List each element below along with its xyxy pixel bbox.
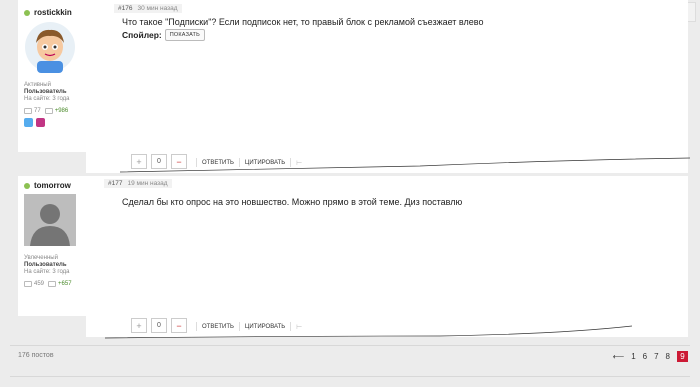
divider (10, 345, 690, 346)
post-count: 176 постов (18, 352, 54, 359)
page-link[interactable]: 8 (666, 352, 670, 361)
current-page: 9 (677, 351, 688, 362)
pagination: ⟵ 1 6 7 8 9 (613, 351, 688, 362)
annotation-strokes (104, 157, 691, 339)
page-link[interactable]: 7 (654, 352, 658, 361)
page-link[interactable]: 1 (631, 352, 635, 361)
page-link[interactable]: 6 (643, 352, 647, 361)
prev-page-arrow[interactable]: ⟵ (613, 352, 624, 361)
divider (10, 376, 690, 377)
